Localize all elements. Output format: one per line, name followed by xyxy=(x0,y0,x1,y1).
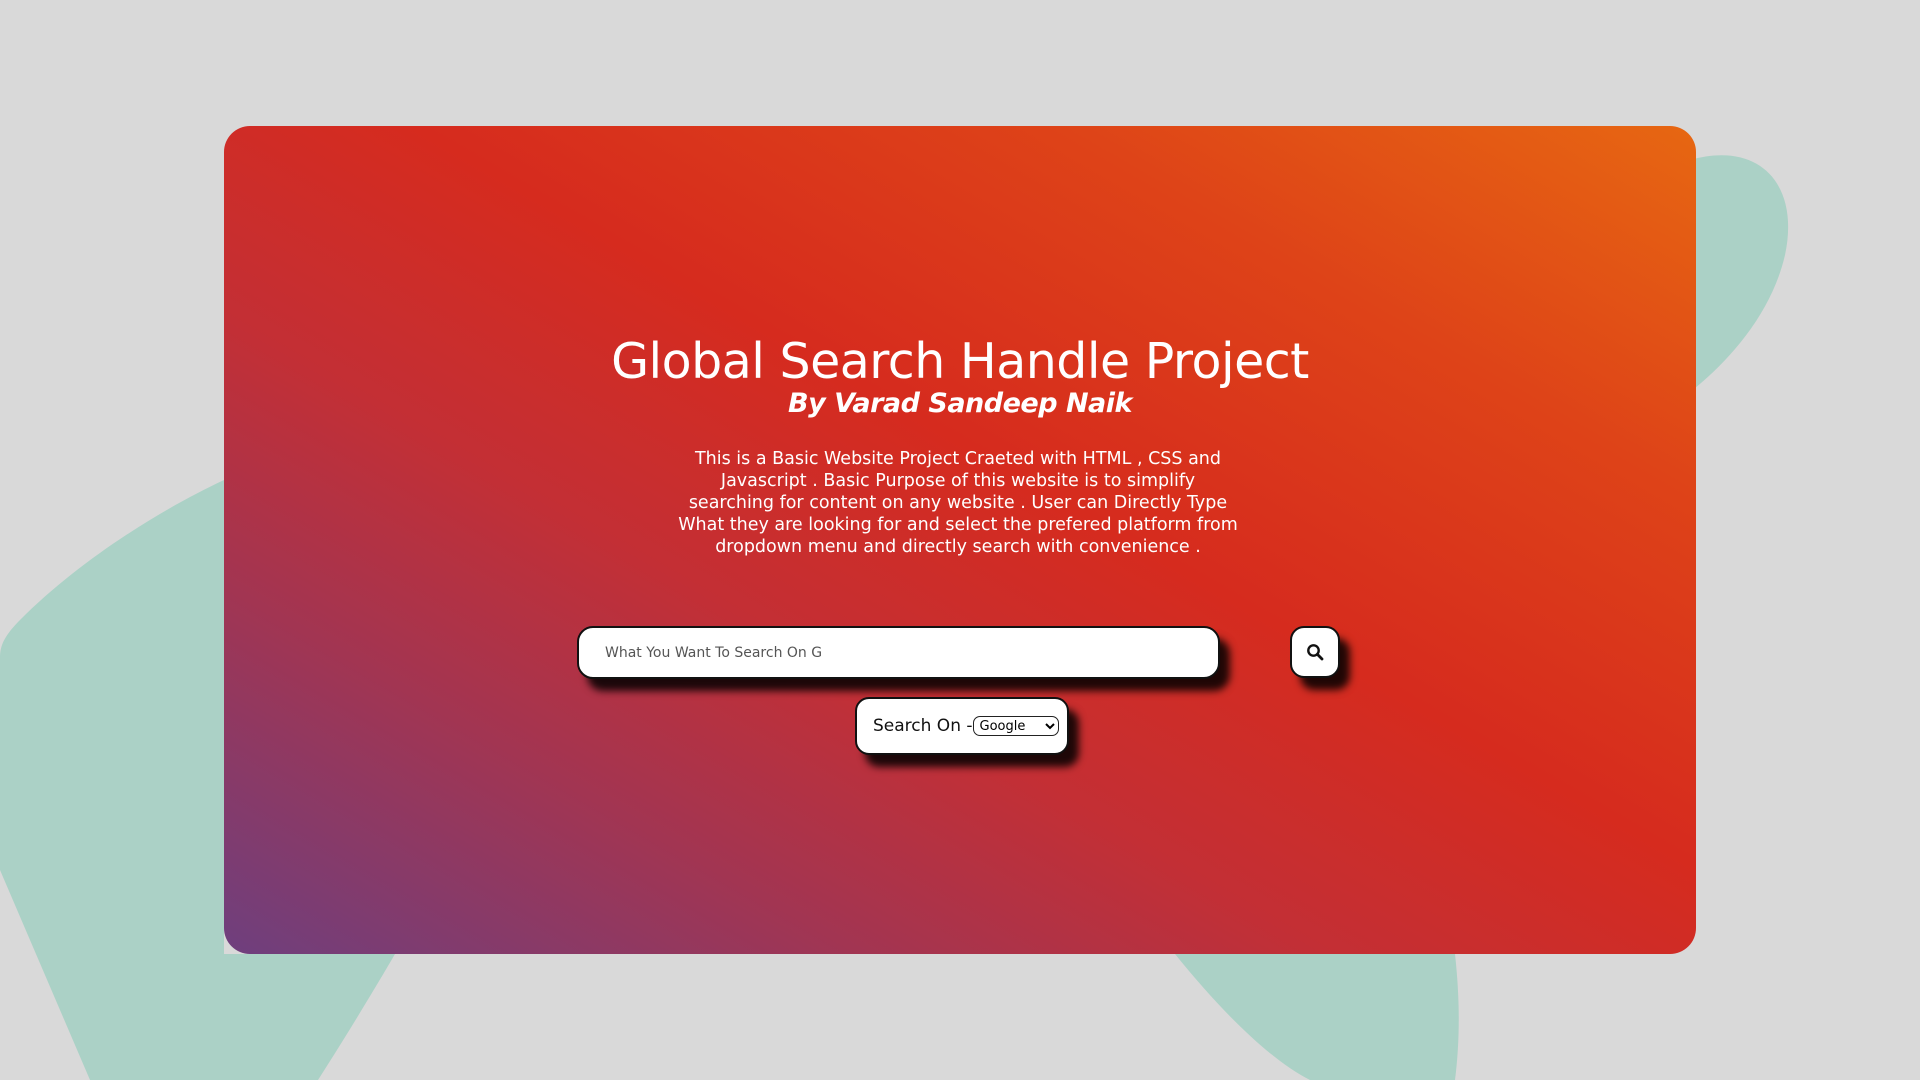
engine-label: Search On - xyxy=(873,716,973,736)
page-title: Global Search Handle Project xyxy=(611,333,1309,390)
search-button[interactable] xyxy=(1290,626,1340,678)
blob-top-right xyxy=(1680,155,1789,400)
project-description: This is a Basic Website Project Craeted … xyxy=(678,449,1238,557)
engine-dropdown[interactable]: Google xyxy=(972,716,1059,736)
main-card: Global Search Handle Project By Varad Sa… xyxy=(224,126,1696,954)
search-icon xyxy=(1307,644,1324,661)
page-subtitle: By Varad Sandeep Naik xyxy=(788,388,1132,419)
blob-bottom-right xyxy=(1175,954,1459,1080)
search-input[interactable] xyxy=(577,626,1220,679)
engine-selector-box: Search On - Google xyxy=(855,697,1069,755)
